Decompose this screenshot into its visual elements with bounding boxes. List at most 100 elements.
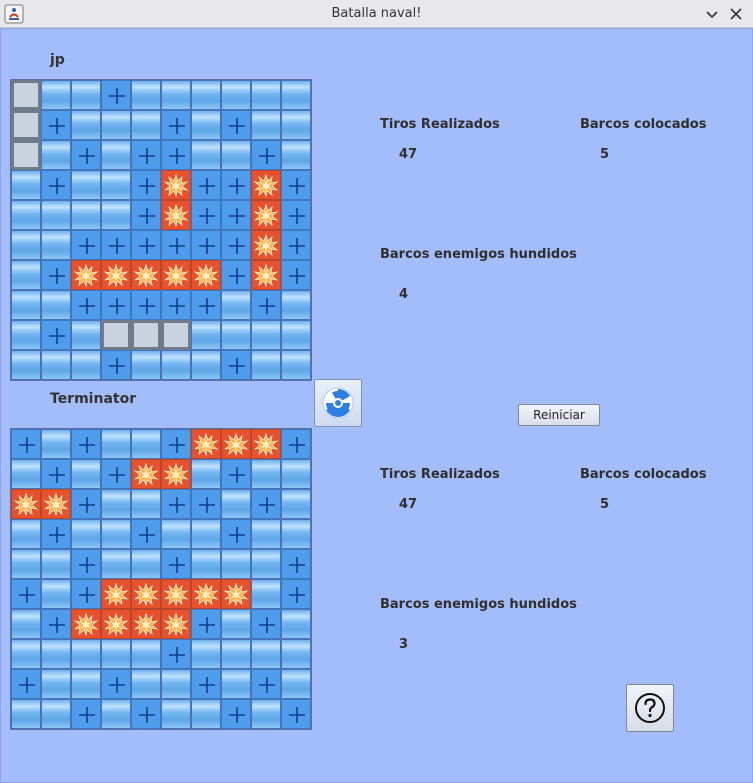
miss-cell[interactable] — [131, 519, 161, 549]
water-cell[interactable] — [221, 290, 251, 320]
water-cell[interactable] — [281, 290, 311, 320]
ship-cell[interactable] — [131, 320, 161, 350]
hit-cell[interactable] — [191, 579, 221, 609]
miss-cell[interactable] — [251, 609, 281, 639]
hit-cell[interactable] — [161, 609, 191, 639]
miss-cell[interactable] — [41, 609, 71, 639]
hit-cell[interactable] — [221, 429, 251, 459]
miss-cell[interactable] — [191, 170, 221, 200]
miss-cell[interactable] — [221, 230, 251, 260]
hit-cell[interactable] — [221, 579, 251, 609]
hit-cell[interactable] — [251, 200, 281, 230]
water-cell[interactable] — [191, 350, 221, 380]
miss-cell[interactable] — [11, 429, 41, 459]
water-cell[interactable] — [251, 579, 281, 609]
miss-cell[interactable] — [71, 699, 101, 729]
miss-cell[interactable] — [131, 290, 161, 320]
miss-cell[interactable] — [191, 290, 221, 320]
close-icon[interactable] — [727, 5, 745, 23]
water-cell[interactable] — [191, 699, 221, 729]
miss-cell[interactable] — [251, 669, 281, 699]
water-cell[interactable] — [41, 429, 71, 459]
water-cell[interactable] — [41, 669, 71, 699]
water-cell[interactable] — [101, 489, 131, 519]
hit-cell[interactable] — [101, 579, 131, 609]
water-cell[interactable] — [191, 639, 221, 669]
water-cell[interactable] — [281, 669, 311, 699]
water-cell[interactable] — [11, 320, 41, 350]
water-cell[interactable] — [101, 200, 131, 230]
water-cell[interactable] — [281, 639, 311, 669]
water-cell[interactable] — [161, 519, 191, 549]
water-cell[interactable] — [221, 669, 251, 699]
miss-cell[interactable] — [71, 429, 101, 459]
water-cell[interactable] — [251, 80, 281, 110]
miss-cell[interactable] — [131, 200, 161, 230]
miss-cell[interactable] — [131, 140, 161, 170]
miss-cell[interactable] — [131, 699, 161, 729]
water-cell[interactable] — [71, 200, 101, 230]
miss-cell[interactable] — [281, 699, 311, 729]
hit-cell[interactable] — [41, 489, 71, 519]
miss-cell[interactable] — [161, 429, 191, 459]
hit-cell[interactable] — [161, 260, 191, 290]
miss-cell[interactable] — [161, 549, 191, 579]
ship-cell[interactable] — [11, 140, 41, 170]
water-cell[interactable] — [11, 260, 41, 290]
water-cell[interactable] — [191, 110, 221, 140]
water-cell[interactable] — [11, 699, 41, 729]
water-cell[interactable] — [191, 140, 221, 170]
miss-cell[interactable] — [281, 429, 311, 459]
miss-cell[interactable] — [251, 290, 281, 320]
water-cell[interactable] — [221, 140, 251, 170]
miss-cell[interactable] — [221, 110, 251, 140]
miss-cell[interactable] — [161, 110, 191, 140]
miss-cell[interactable] — [41, 320, 71, 350]
miss-cell[interactable] — [191, 200, 221, 230]
water-cell[interactable] — [221, 489, 251, 519]
miss-cell[interactable] — [281, 579, 311, 609]
miss-cell[interactable] — [221, 260, 251, 290]
water-cell[interactable] — [71, 350, 101, 380]
miss-cell[interactable] — [221, 519, 251, 549]
miss-cell[interactable] — [41, 459, 71, 489]
miss-cell[interactable] — [281, 260, 311, 290]
hit-cell[interactable] — [251, 429, 281, 459]
ship-cell[interactable] — [161, 320, 191, 350]
miss-cell[interactable] — [221, 699, 251, 729]
water-cell[interactable] — [191, 320, 221, 350]
water-cell[interactable] — [251, 350, 281, 380]
water-cell[interactable] — [101, 140, 131, 170]
water-cell[interactable] — [251, 639, 281, 669]
water-cell[interactable] — [281, 519, 311, 549]
miss-cell[interactable] — [71, 579, 101, 609]
miss-cell[interactable] — [161, 140, 191, 170]
miss-cell[interactable] — [131, 230, 161, 260]
miss-cell[interactable] — [71, 140, 101, 170]
water-cell[interactable] — [131, 639, 161, 669]
hit-cell[interactable] — [161, 200, 191, 230]
water-cell[interactable] — [71, 170, 101, 200]
miss-cell[interactable] — [221, 200, 251, 230]
water-cell[interactable] — [281, 609, 311, 639]
miss-cell[interactable] — [41, 170, 71, 200]
ship-cell[interactable] — [11, 80, 41, 110]
water-cell[interactable] — [101, 170, 131, 200]
miss-cell[interactable] — [101, 290, 131, 320]
reset-button[interactable]: Reiniciar — [518, 404, 600, 426]
miss-cell[interactable] — [191, 669, 221, 699]
miss-cell[interactable] — [101, 80, 131, 110]
water-cell[interactable] — [251, 110, 281, 140]
miss-cell[interactable] — [191, 489, 221, 519]
water-cell[interactable] — [41, 200, 71, 230]
water-cell[interactable] — [41, 140, 71, 170]
water-cell[interactable] — [251, 459, 281, 489]
water-cell[interactable] — [251, 549, 281, 579]
water-cell[interactable] — [251, 320, 281, 350]
hit-cell[interactable] — [71, 609, 101, 639]
water-cell[interactable] — [101, 699, 131, 729]
water-cell[interactable] — [281, 489, 311, 519]
hit-cell[interactable] — [191, 429, 221, 459]
miss-cell[interactable] — [41, 519, 71, 549]
hit-cell[interactable] — [161, 579, 191, 609]
